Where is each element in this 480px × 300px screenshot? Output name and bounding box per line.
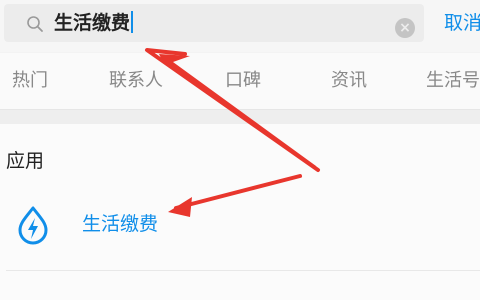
app-result-name: 生活缴费	[82, 213, 159, 235]
app-result-item[interactable]: 生活缴费	[0, 194, 480, 256]
water-drop-lightning-icon	[18, 206, 48, 245]
text-cursor	[131, 11, 134, 33]
tab-contacts[interactable]: 联系人	[109, 69, 163, 93]
tab-news[interactable]: 资讯	[331, 69, 367, 93]
tab-bar: 热门 联系人 口碑 资讯 生活号	[0, 53, 480, 110]
section-separator	[0, 110, 480, 124]
search-icon	[27, 16, 43, 32]
results-panel: 应用 生活缴费	[0, 124, 480, 300]
search-input[interactable]: 生活缴费	[54, 9, 384, 37]
section-title-apps: 应用	[6, 150, 45, 172]
list-divider	[6, 270, 480, 271]
tab-koubei[interactable]: 口碑	[225, 69, 261, 93]
clear-search-button[interactable]: ×	[395, 18, 415, 38]
tab-hot[interactable]: 热门	[12, 69, 48, 93]
cancel-button[interactable]: 取消	[444, 10, 480, 36]
search-input-value: 生活缴费	[54, 12, 131, 34]
search-box[interactable]: 生活缴费 ×	[4, 4, 424, 42]
tab-life-account[interactable]: 生活号	[426, 69, 480, 93]
search-header: 生活缴费 × 取消	[0, 0, 480, 52]
